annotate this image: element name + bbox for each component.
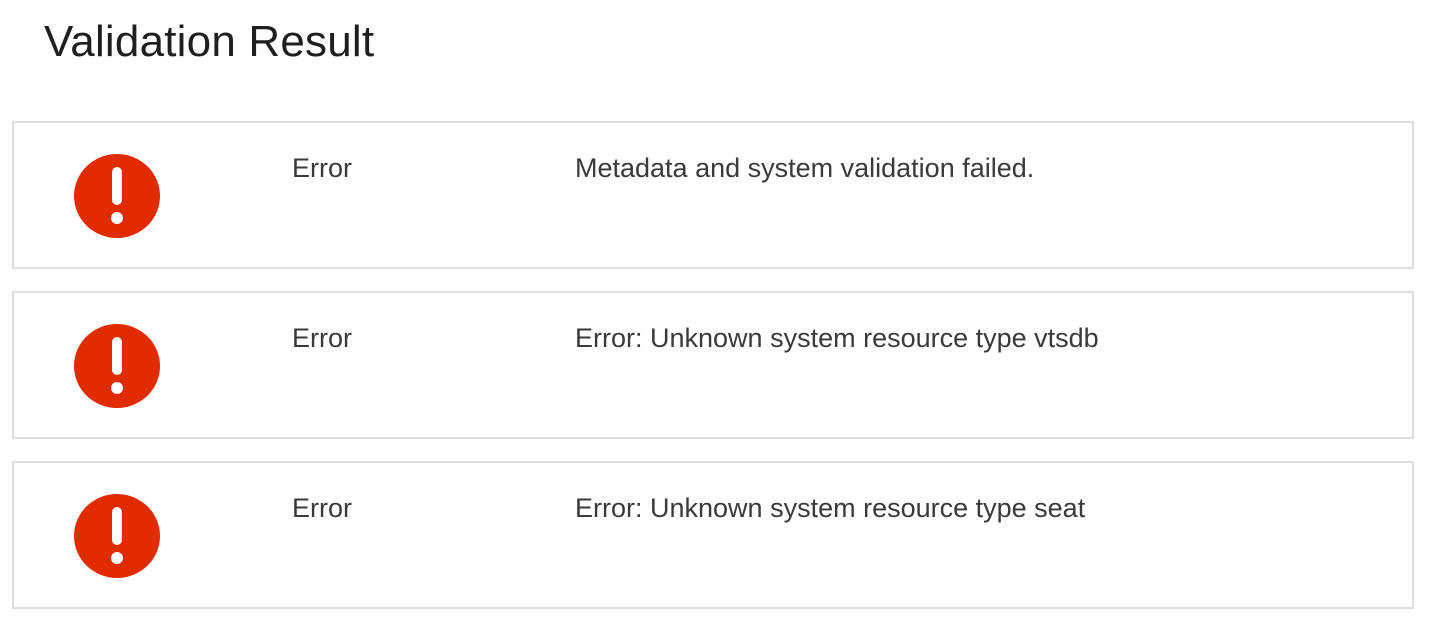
validation-result-row: Error Error: Unknown system resource typ… <box>12 461 1414 609</box>
error-icon <box>73 153 161 239</box>
result-message: Metadata and system validation failed. <box>575 153 1035 183</box>
validation-result-row: Error Error: Unknown system resource typ… <box>12 291 1414 439</box>
page-title: Validation Result <box>44 17 375 66</box>
severity-label: Error <box>292 323 352 353</box>
error-icon <box>73 323 161 409</box>
validation-results-list: Error Metadata and system validation fai… <box>12 121 1414 609</box>
error-icon <box>73 493 161 579</box>
severity-label: Error <box>292 153 352 183</box>
validation-result-row: Error Metadata and system validation fai… <box>12 121 1414 269</box>
result-message: Error: Unknown system resource type seat <box>575 493 1086 523</box>
severity-label: Error <box>292 493 352 523</box>
result-message: Error: Unknown system resource type vtsd… <box>575 323 1099 353</box>
